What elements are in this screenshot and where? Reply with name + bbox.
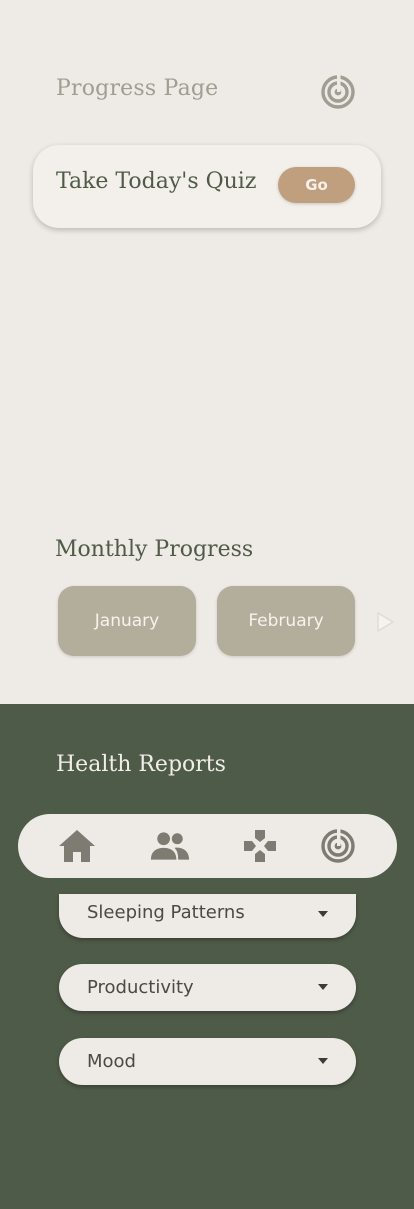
mood-dropdown[interactable]: Mood [59, 1038, 356, 1085]
progress-section: Progress Page Take Today's Quiz Go Month… [0, 0, 414, 704]
monthly-progress-title: Monthly Progress [55, 537, 254, 562]
quiz-card: Take Today's Quiz Go [33, 145, 381, 228]
target-progress-icon[interactable] [318, 827, 358, 865]
caret-down-icon [318, 1058, 328, 1064]
people-icon[interactable] [150, 827, 190, 865]
sleeping-patterns-dropdown[interactable]: Sleeping Patterns [59, 894, 356, 938]
dropdown-label: Sleeping Patterns [87, 902, 245, 923]
gamepad-icon[interactable] [240, 827, 280, 865]
health-reports-section: Health Reports Sleeping Patterns Product… [0, 704, 414, 1209]
home-icon[interactable] [57, 827, 97, 865]
quiz-label: Take Today's Quiz [56, 169, 257, 194]
dropdown-label: Mood [87, 1051, 136, 1072]
next-arrow-icon[interactable] [375, 611, 395, 633]
page-title: Progress Page [56, 76, 219, 101]
month-button-january[interactable]: January [58, 586, 196, 656]
caret-down-icon [318, 984, 328, 990]
bottom-nav-bar [18, 814, 397, 878]
caret-down-icon [318, 911, 328, 917]
go-button[interactable]: Go [278, 167, 355, 203]
month-button-february[interactable]: February [217, 586, 355, 656]
target-progress-icon[interactable] [320, 74, 356, 110]
productivity-dropdown[interactable]: Productivity [59, 964, 356, 1011]
dropdown-label: Productivity [87, 977, 194, 998]
health-reports-title: Health Reports [56, 752, 226, 777]
